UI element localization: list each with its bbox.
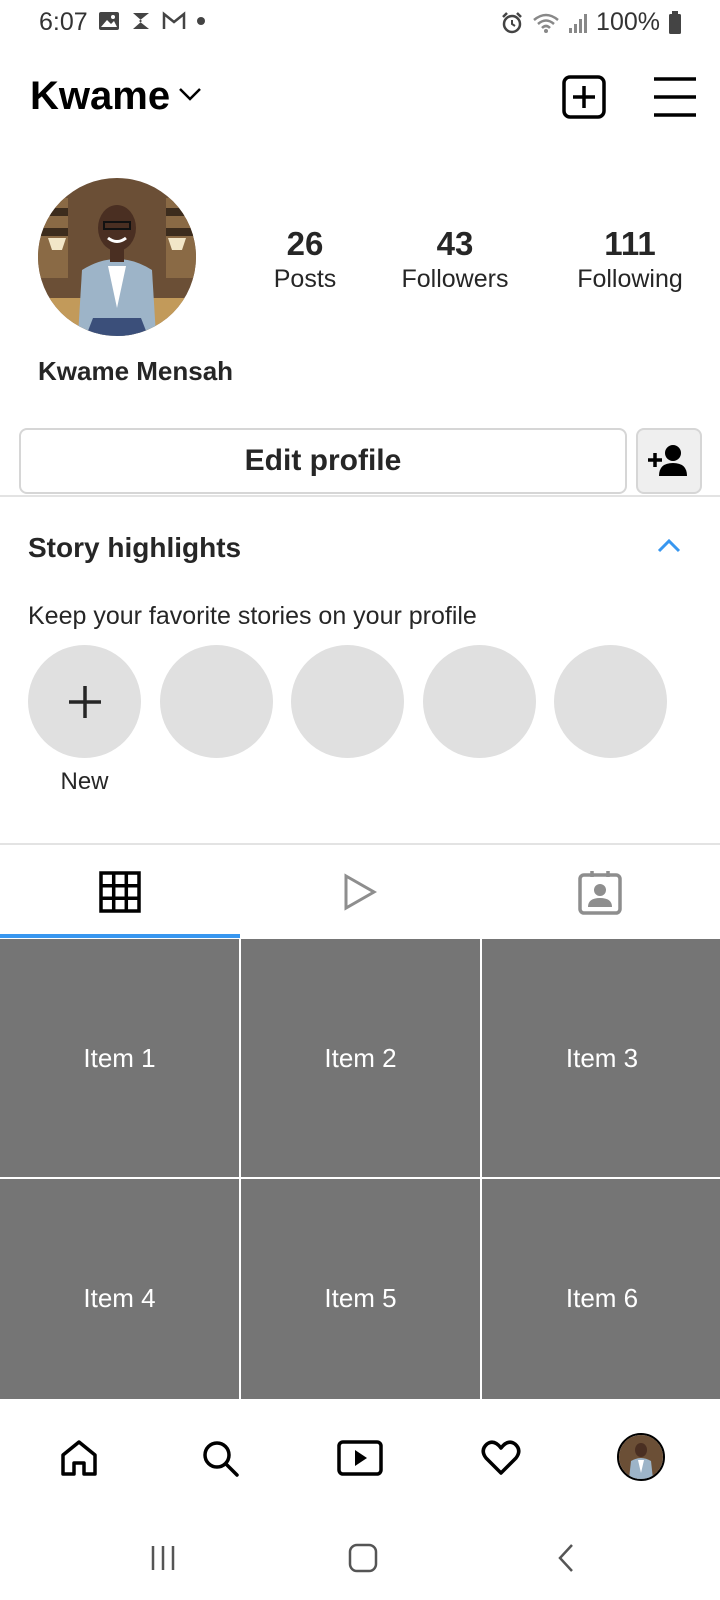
highlight-placeholder <box>554 645 667 758</box>
grid-icon <box>99 871 141 913</box>
profile-avatar[interactable] <box>38 178 196 336</box>
grid-item[interactable]: Item 3 <box>482 939 720 1177</box>
following-label: Following <box>577 265 683 293</box>
battery-percent: 100% <box>596 8 660 36</box>
posts-label: Posts <box>273 265 337 293</box>
story-highlights-description: Keep your favorite stories on your profi… <box>28 602 477 630</box>
notification-dot-icon <box>197 17 205 25</box>
signal-icon <box>569 13 588 33</box>
wifi-icon <box>533 13 559 33</box>
menu-icon[interactable] <box>652 74 698 120</box>
tab-reels[interactable] <box>240 845 480 939</box>
home-icon <box>61 1440 97 1476</box>
gmail-icon <box>162 11 186 29</box>
discover-people-button[interactable] <box>636 428 702 494</box>
plus-icon <box>68 685 101 718</box>
play-icon <box>344 873 377 911</box>
s-app-icon <box>133 13 149 29</box>
tab-tagged[interactable] <box>480 845 720 939</box>
grid-item-label: Item 6 <box>565 1283 639 1313</box>
highlight-placeholder <box>423 645 536 758</box>
chevron-down-icon[interactable] <box>178 86 202 107</box>
gallery-icon <box>99 12 119 30</box>
grid-item-label: Item 5 <box>324 1283 397 1313</box>
new-post-icon[interactable] <box>561 74 607 120</box>
posts-count[interactable]: 26 Posts <box>252 222 358 292</box>
status-right: 100% <box>500 8 682 37</box>
posts-grid: Item 1 Item 2 Item 3 Item 4 Item 5 Item … <box>0 939 720 1399</box>
followers-count[interactable]: 43 Followers <box>390 222 520 292</box>
following-count[interactable]: 111 Following <box>566 222 694 292</box>
grid-item[interactable]: Item 1 <box>0 939 239 1177</box>
following-value: 111 <box>604 225 656 262</box>
grid-item[interactable]: Item 4 <box>0 1179 239 1399</box>
profile-tabs <box>0 845 720 939</box>
chevron-up-icon[interactable] <box>656 538 682 559</box>
status-bar: 6:07 100% <box>0 0 720 44</box>
heart-icon <box>481 1440 521 1475</box>
back-icon[interactable] <box>543 1535 589 1581</box>
followers-value: 43 <box>436 225 474 262</box>
edit-profile-button[interactable]: Edit profile <box>19 428 627 494</box>
nav-home[interactable] <box>54 1433 104 1483</box>
story-highlights-title: Story highlights <box>28 532 242 563</box>
divider <box>0 495 720 497</box>
tab-posts-grid[interactable] <box>0 845 240 939</box>
nav-activity[interactable] <box>476 1433 526 1483</box>
nav-reels[interactable] <box>335 1433 385 1483</box>
followers-label: Followers <box>401 265 509 293</box>
highlight-placeholder <box>291 645 404 758</box>
reels-icon <box>337 1440 383 1476</box>
account-username[interactable]: Kwame <box>30 74 170 119</box>
nav-profile-avatar[interactable] <box>617 1433 665 1481</box>
active-tab-indicator <box>0 934 240 938</box>
tagged-person-icon <box>578 871 622 915</box>
add-person-icon <box>648 445 687 476</box>
search-icon <box>203 1441 239 1477</box>
grid-item[interactable]: Item 6 <box>482 1179 720 1399</box>
status-left-icons <box>98 10 206 32</box>
new-highlight-label: New <box>60 768 109 795</box>
new-highlight-button[interactable] <box>28 645 141 758</box>
recents-icon[interactable] <box>140 1535 186 1581</box>
grid-item[interactable]: Item 2 <box>241 939 480 1177</box>
system-home-icon[interactable] <box>340 1535 386 1581</box>
status-time: 6:07 <box>39 8 88 36</box>
grid-item[interactable]: Item 5 <box>241 1179 480 1399</box>
system-navigation <box>0 1513 720 1600</box>
posts-value: 26 <box>286 225 324 262</box>
battery-icon <box>669 10 681 34</box>
profile-header: Kwame <box>0 62 720 132</box>
full-name: Kwame Mensah <box>38 356 234 386</box>
bottom-navigation <box>0 1399 720 1513</box>
grid-item-label: Item 4 <box>83 1283 156 1313</box>
alarm-icon <box>502 11 522 33</box>
highlight-placeholder <box>160 645 273 758</box>
nav-search[interactable] <box>195 1433 245 1483</box>
